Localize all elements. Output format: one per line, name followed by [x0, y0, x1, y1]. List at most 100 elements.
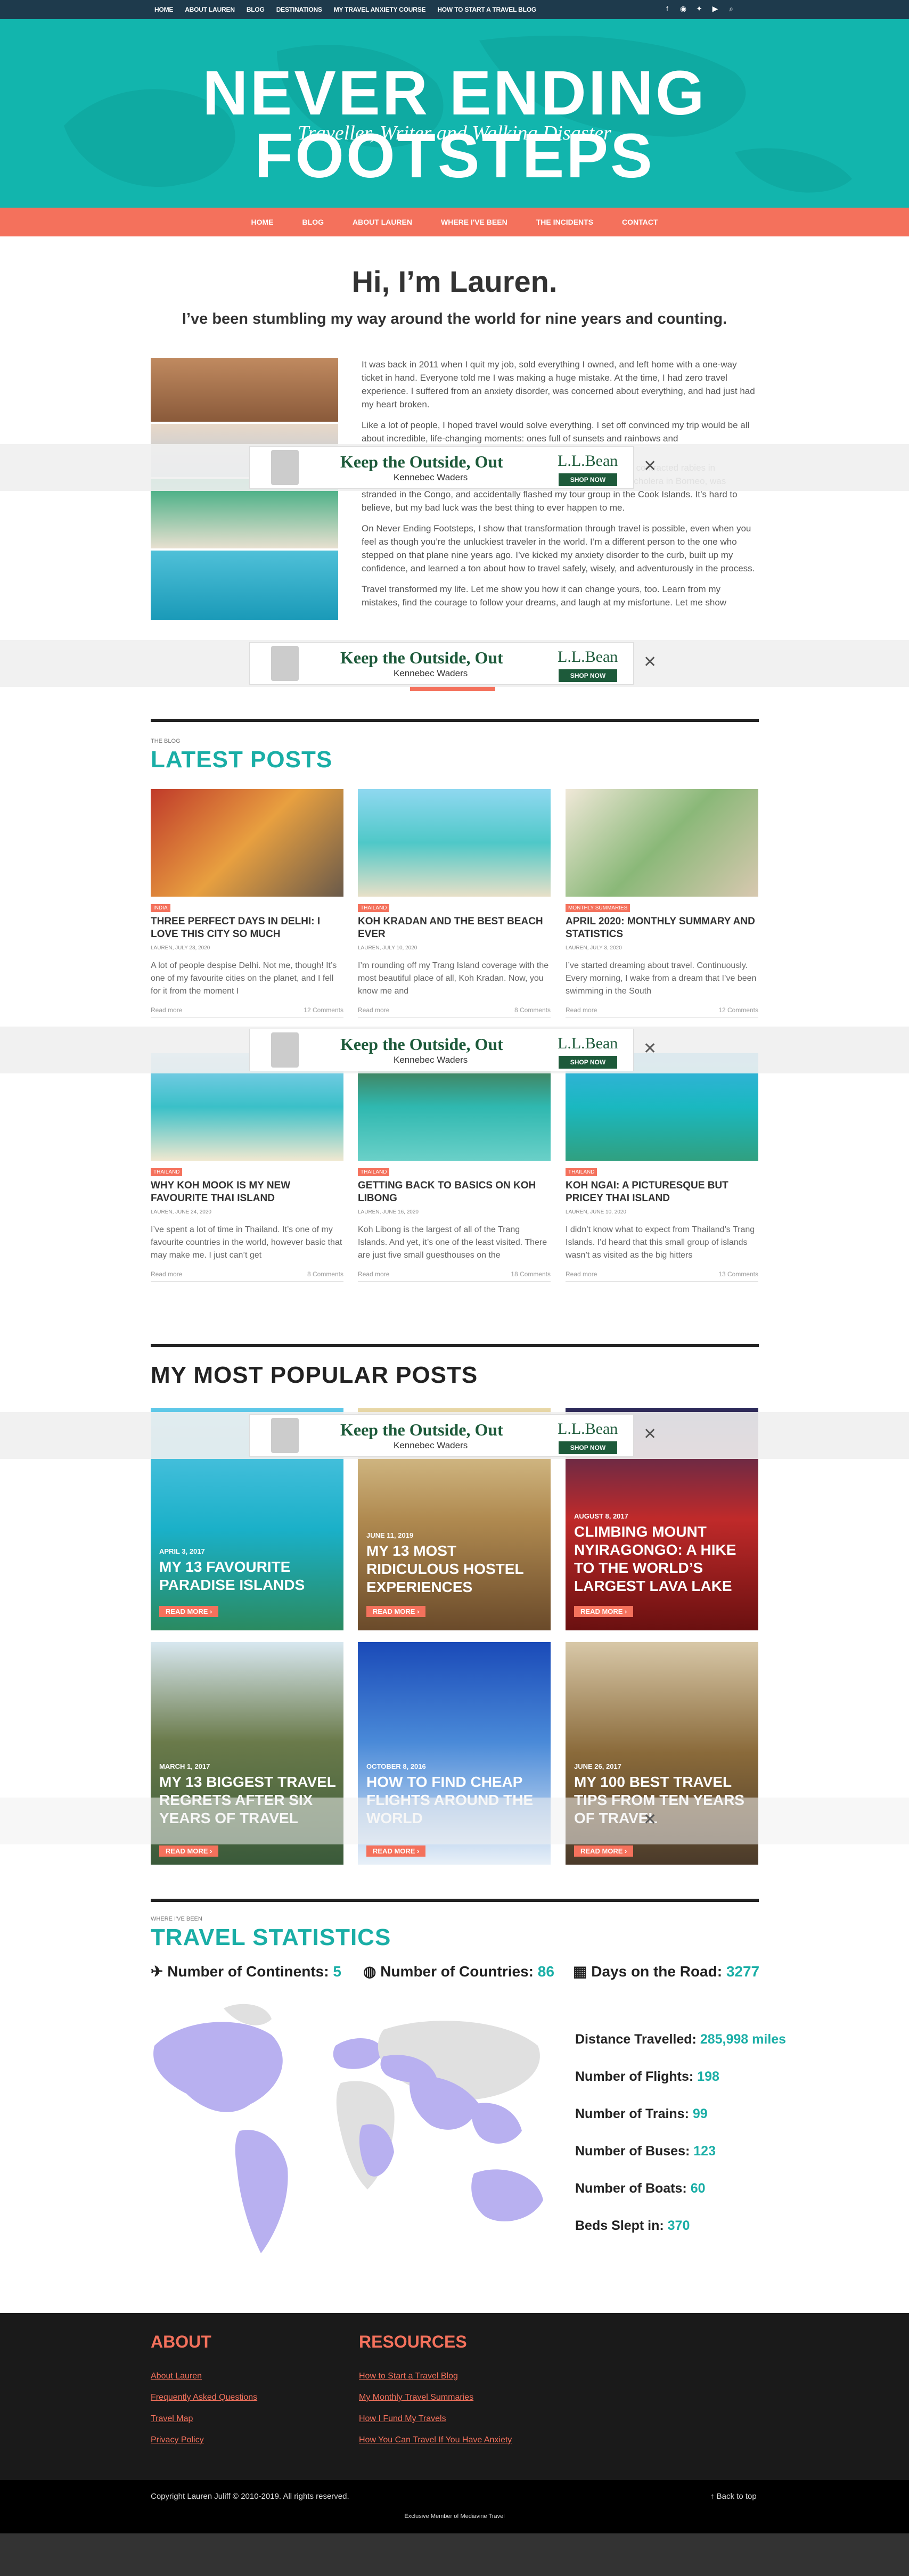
popular-read-more[interactable]: READ MORE › — [159, 1845, 219, 1857]
read-more-link[interactable]: Read more — [151, 1270, 182, 1278]
ad-box[interactable]: Keep the Outside, Out Kennebec Waders L.… — [249, 642, 634, 685]
top-link-destinations[interactable]: DESTINATIONS — [276, 6, 322, 13]
popular-date: JUNE 26, 2017 — [574, 1762, 621, 1770]
nav-incidents[interactable]: THE INCIDENTS — [536, 218, 593, 226]
footer-link[interactable]: How to Start a Travel Blog — [359, 2372, 458, 2381]
footer-link[interactable]: Frequently Asked Questions — [151, 2393, 257, 2402]
close-icon[interactable]: ✕ — [643, 1039, 657, 1058]
post-category[interactable]: THAILAND — [358, 904, 390, 912]
comments-count[interactable]: 12 Comments — [304, 1006, 343, 1014]
nav-home[interactable]: HOME — [251, 218, 274, 226]
post-card[interactable]: THAILAND GETTING BACK TO BASICS ON KOH L… — [358, 1053, 551, 1282]
comments-count[interactable]: 18 Comments — [511, 1270, 551, 1278]
post-category[interactable]: MONTHLY SUMMARIES — [566, 904, 630, 912]
popular-date: APRIL 3, 2017 — [159, 1547, 205, 1555]
post-meta: LAUREN, JUNE 16, 2020 — [358, 1209, 419, 1215]
stat-label: Number of Trains: — [575, 2106, 689, 2121]
post-title[interactable]: GETTING BACK TO BASICS ON KOH LIBONG — [358, 1179, 551, 1205]
close-icon[interactable]: ✕ — [643, 1425, 657, 1443]
post-image[interactable] — [151, 789, 343, 897]
popular-read-more[interactable]: READ MORE › — [366, 1606, 426, 1617]
comments-count[interactable]: 12 Comments — [718, 1006, 758, 1014]
nav-where-been[interactable]: WHERE I'VE BEEN — [441, 218, 507, 226]
comments-count[interactable]: 8 Comments — [307, 1270, 343, 1278]
popular-title[interactable]: CLIMBING MOUNT NYIRAGONGO: A HIKE TO THE… — [574, 1523, 751, 1595]
bio-paragraph: It was back in 2011 when I quit my job, … — [362, 359, 755, 409]
stat-value: 3277 — [726, 1963, 760, 1980]
post-card[interactable]: THAILAND KOH KRADAN AND THE BEST BEACH E… — [358, 789, 551, 1018]
post-card[interactable]: INDIA THREE PERFECT DAYS IN DELHI: I LOV… — [151, 789, 343, 1018]
nav-contact[interactable]: CONTACT — [622, 218, 658, 226]
ad-shop-now-button[interactable]: SHOP NOW — [559, 1441, 617, 1454]
main-nav: HOME BLOG ABOUT LAUREN WHERE I'VE BEEN T… — [0, 208, 909, 236]
post-image[interactable] — [566, 789, 758, 897]
read-more-link[interactable]: Read more — [358, 1270, 389, 1278]
overlay-ad[interactable]: Keep the Outside, Out Kennebec Waders L.… — [0, 444, 909, 491]
footer-link[interactable]: How I Fund My Travels — [359, 2414, 446, 2424]
post-title[interactable]: WHY KOH MOOK IS MY NEW FAVOURITE THAI IS… — [151, 1179, 343, 1205]
footer-link[interactable]: About Lauren — [151, 2372, 202, 2381]
ad-box[interactable]: Keep the Outside, Out Kennebec Waders L.… — [249, 1414, 634, 1457]
ad-box[interactable]: Keep the Outside, Out Kennebec Waders L.… — [249, 1029, 634, 1071]
top-link-blog[interactable]: BLOG — [247, 6, 265, 13]
ad-shop-now-button[interactable]: SHOP NOW — [559, 669, 617, 682]
read-more-link[interactable]: Read more — [358, 1006, 389, 1014]
ad-box[interactable]: Keep the Outside, Out Kennebec Waders L.… — [249, 446, 634, 489]
post-category[interactable]: THAILAND — [566, 1168, 597, 1176]
popular-title[interactable]: MY 13 MOST RIDICULOUS HOSTEL EXPERIENCES — [366, 1542, 543, 1596]
popular-read-more[interactable]: READ MORE › — [574, 1845, 634, 1857]
rss-icon[interactable]: ◉ — [675, 4, 691, 13]
popular-title[interactable]: MY 13 FAVOURITE PARADISE ISLANDS — [159, 1558, 336, 1594]
overlay-ad[interactable]: Keep the Outside, Out Kennebec Waders L.… — [0, 640, 909, 687]
overlay-ad-loading[interactable]: ✕ — [0, 1798, 909, 1844]
back-to-top-link[interactable]: ↑ Back to top — [710, 2492, 757, 2501]
site-tagline: Traveller, Writer and Walking Disaster — [298, 122, 611, 144]
twitter-icon[interactable]: ✦ — [691, 4, 707, 13]
footer-link[interactable]: My Monthly Travel Summaries — [359, 2393, 473, 2402]
post-category[interactable]: THAILAND — [151, 1168, 183, 1176]
mediavine-member: Exclusive Member of Mediavine Travel — [404, 2513, 505, 2520]
stat-value: 285,998 miles — [700, 2032, 787, 2047]
post-title[interactable]: APRIL 2020: MONTHLY SUMMARY AND STATISTI… — [566, 915, 758, 941]
comments-count[interactable]: 13 Comments — [718, 1270, 758, 1278]
ad-shop-now-button[interactable]: SHOP NOW — [559, 1056, 617, 1069]
footer-link[interactable]: How You Can Travel If You Have Anxiety — [359, 2435, 512, 2445]
latest-heading: LATEST POSTS — [151, 746, 333, 773]
popular-read-more[interactable]: READ MORE › — [366, 1845, 426, 1857]
visited-countries-map[interactable] — [133, 1998, 564, 2285]
read-more-link[interactable]: Read more — [566, 1006, 597, 1014]
top-link-course[interactable]: MY TRAVEL ANXIETY COURSE — [334, 6, 426, 13]
post-title[interactable]: KOH NGAI: A PICTURESQUE BUT PRICEY THAI … — [566, 1179, 758, 1205]
popular-read-more[interactable]: READ MORE › — [574, 1606, 634, 1617]
post-title[interactable]: KOH KRADAN AND THE BEST BEACH EVER — [358, 915, 551, 941]
close-icon[interactable]: ✕ — [643, 1810, 657, 1829]
comments-count[interactable]: 8 Comments — [514, 1006, 551, 1014]
top-link-start-blog[interactable]: HOW TO START A TRAVEL BLOG — [437, 6, 536, 13]
read-more-link[interactable]: Read more — [151, 1006, 182, 1014]
overlay-ad[interactable]: Keep the Outside, Out Kennebec Waders L.… — [0, 1027, 909, 1073]
close-icon[interactable]: ✕ — [643, 653, 657, 671]
post-card[interactable]: THAILAND KOH NGAI: A PICTURESQUE BUT PRI… — [566, 1053, 758, 1282]
overlay-ad[interactable]: Keep the Outside, Out Kennebec Waders L.… — [0, 1412, 909, 1459]
post-card[interactable]: THAILAND WHY KOH MOOK IS MY NEW FAVOURIT… — [151, 1053, 343, 1282]
footer-link[interactable]: Travel Map — [151, 2414, 193, 2424]
ad-shop-now-button[interactable]: SHOP NOW — [559, 473, 617, 486]
post-image[interactable] — [358, 789, 551, 897]
read-more-link[interactable]: Read more — [566, 1270, 597, 1278]
facebook-icon[interactable]: f — [659, 4, 675, 13]
post-category[interactable]: THAILAND — [358, 1168, 390, 1176]
footer-link[interactable]: Privacy Policy — [151, 2435, 204, 2445]
post-meta: LAUREN, JULY 10, 2020 — [358, 945, 417, 951]
stat-value: 198 — [697, 2069, 719, 2084]
top-link-about[interactable]: ABOUT LAUREN — [185, 6, 235, 13]
post-card[interactable]: MONTHLY SUMMARIES APRIL 2020: MONTHLY SU… — [566, 789, 758, 1018]
post-title[interactable]: THREE PERFECT DAYS IN DELHI: I LOVE THIS… — [151, 915, 343, 941]
search-icon[interactable]: ⌕ — [723, 4, 739, 13]
nav-about[interactable]: ABOUT LAUREN — [353, 218, 412, 226]
popular-read-more[interactable]: READ MORE › — [159, 1606, 219, 1617]
top-link-home[interactable]: HOME — [154, 6, 173, 13]
nav-blog[interactable]: BLOG — [302, 218, 324, 226]
close-icon[interactable]: ✕ — [643, 457, 657, 475]
post-category[interactable]: INDIA — [151, 904, 170, 912]
youtube-icon[interactable]: ▶ — [707, 4, 723, 13]
